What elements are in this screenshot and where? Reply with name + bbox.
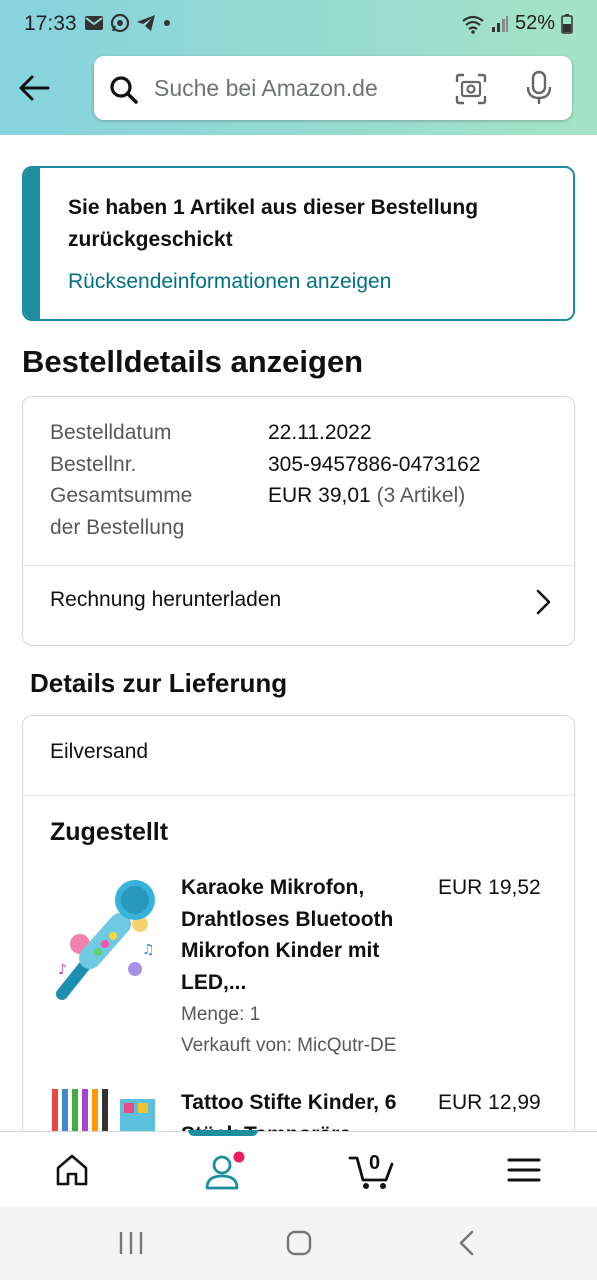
order-total-amount: EUR 39,01 (268, 484, 371, 507)
battery-icon (561, 13, 573, 34)
status-notification-icons (84, 13, 172, 33)
active-tab-indicator (188, 1130, 258, 1136)
recent-apps-icon[interactable] (116, 1229, 146, 1257)
cart-count: 0 (369, 1152, 380, 1174)
order-total-items: (3 Artikel) (376, 484, 466, 507)
signal-icon (491, 15, 508, 32)
order-total-label-line1: Gesamtsumme (50, 484, 193, 507)
arrow-left-icon (19, 75, 50, 101)
mail-icon (85, 16, 103, 30)
microphone-icon[interactable] (524, 70, 554, 106)
order-date-value: 22.11.2022 (268, 421, 372, 444)
nav-menu[interactable] (506, 1150, 546, 1190)
dot-icon (164, 20, 170, 26)
shipping-method: Eilversand (50, 740, 149, 763)
whatsapp-icon (110, 13, 130, 33)
nav-home[interactable] (52, 1150, 92, 1190)
product-price: EUR 12,99 (438, 1091, 541, 1114)
status-bar: 17:33 52% (0, 0, 597, 50)
battery-percent: 52% (514, 12, 555, 34)
chevron-right-icon (536, 589, 551, 615)
cart-icon: 0 (348, 1152, 394, 1189)
camera-scan-icon[interactable] (454, 72, 488, 106)
invoice-download-label: Rechnung herunterladen (50, 588, 282, 611)
page-title: Bestelldetails anzeigen (22, 344, 364, 379)
back-nav-icon[interactable] (454, 1229, 478, 1257)
home-button-icon[interactable] (284, 1229, 314, 1257)
delivery-card: Eilversand Zugestellt ♪ ♫ Karaoke Mikrof… (22, 715, 575, 1145)
search-bar[interactable]: Suche bei Amazon.de (94, 56, 572, 120)
back-button[interactable] (16, 70, 56, 110)
wifi-icon (462, 15, 484, 34)
delivery-heading: Details zur Lieferung (30, 668, 288, 698)
product-image-karaoke-microphone[interactable]: ♪ ♫ (50, 874, 160, 1004)
order-total-label-line2: der Bestellung (50, 516, 185, 539)
home-icon (56, 1154, 88, 1186)
status-system-icons: 52% (461, 12, 573, 35)
product-quantity: Menge: 1 (181, 1004, 261, 1025)
return-info-link[interactable]: Rücksendeinformationen anzeigen (68, 270, 391, 294)
order-total-value: EUR 39,01 (3 Artikel) (268, 484, 465, 508)
order-number-value: 305-9457886-0473162 (268, 453, 481, 476)
system-navigation-bar (0, 1207, 597, 1280)
banner-title: Sie haben 1 Artikel aus dieser Bestellun… (68, 196, 479, 251)
app-header: 17:33 52% Suche bei Amazon.de (0, 0, 597, 135)
product-title-link[interactable]: Karaoke Mikrofon, Drahtloses Bluetooth M… (181, 872, 426, 998)
search-input[interactable]: Suche bei Amazon.de (154, 75, 378, 102)
status-time: 17:33 (24, 12, 77, 35)
product-price: EUR 19,52 (438, 876, 541, 899)
banner-accent-bar (24, 168, 40, 319)
product-seller[interactable]: Verkauft von: MicQutr-DE (181, 1035, 396, 1057)
account-icon (205, 1151, 245, 1190)
menu-icon (507, 1158, 541, 1182)
card-divider (23, 795, 574, 796)
order-details-card: Bestelldatum 22.11.2022 Bestellnr. 305-9… (22, 396, 575, 646)
nav-cart[interactable]: 0 (348, 1150, 398, 1190)
search-icon (110, 76, 138, 104)
invoice-download-row[interactable]: Rechnung herunterladen (23, 566, 574, 646)
nav-account[interactable] (202, 1150, 245, 1190)
svg-text:♫: ♫ (142, 942, 155, 958)
order-number-label: Bestellnr. (50, 453, 137, 476)
delivery-status: Zugestellt (50, 818, 169, 846)
order-date-label: Bestelldatum (50, 421, 172, 444)
svg-text:♪: ♪ (58, 962, 67, 978)
bottom-navigation: 0 (0, 1130, 597, 1207)
return-info-banner: Sie haben 1 Artikel aus dieser Bestellun… (22, 166, 575, 321)
telegram-icon (137, 15, 155, 31)
